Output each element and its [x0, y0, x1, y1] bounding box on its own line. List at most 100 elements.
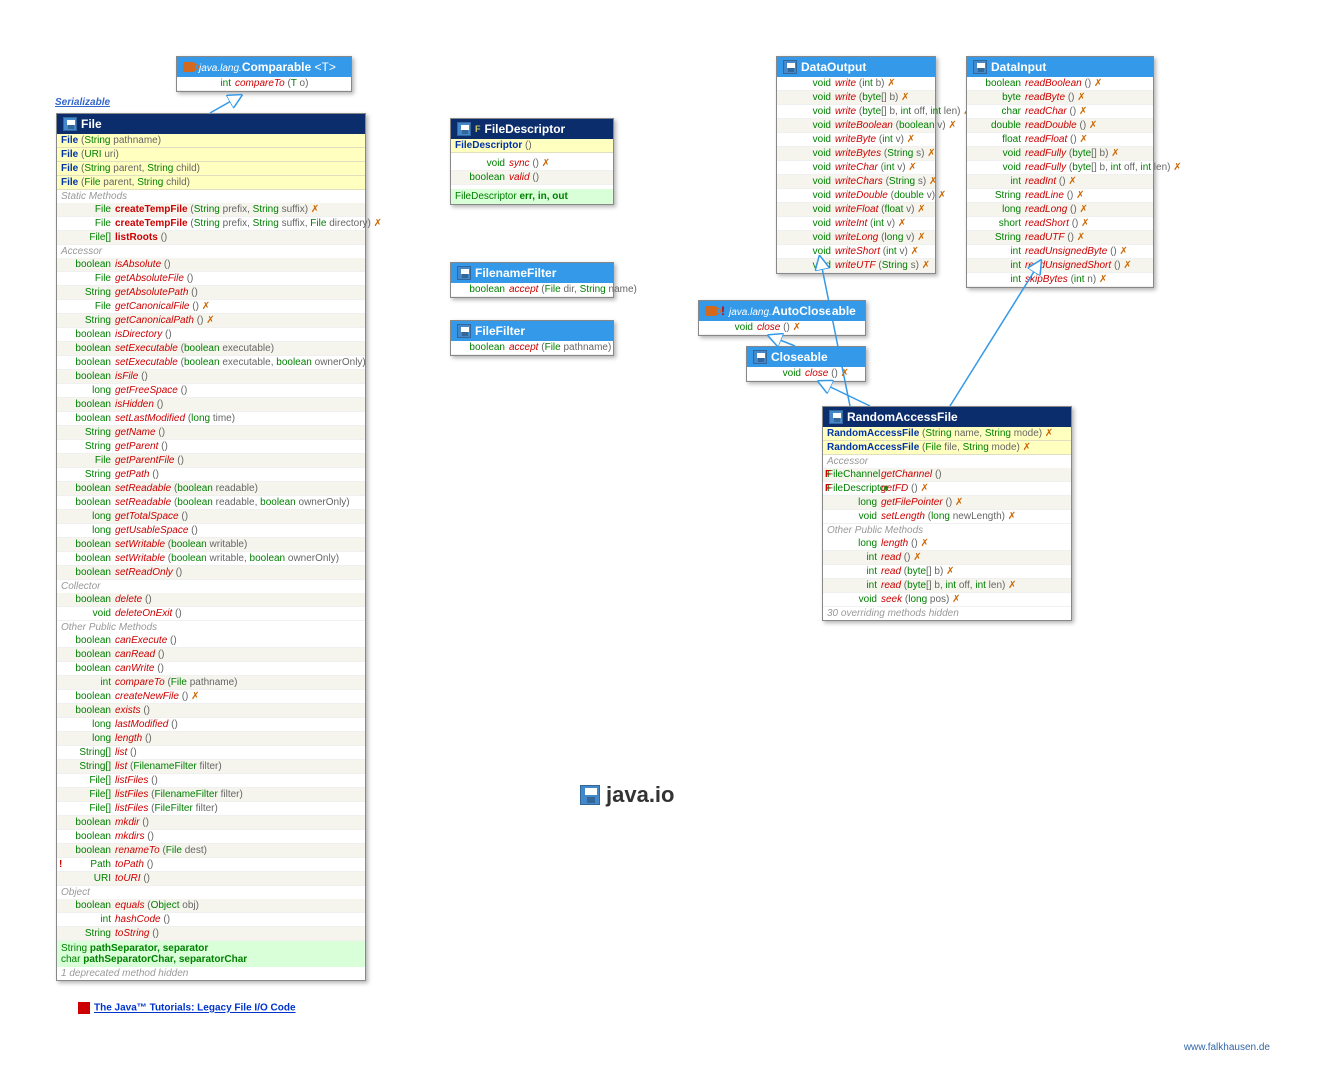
method-row: FilegetParentFile () [57, 454, 365, 468]
method-row: booleansetReadable (boolean readable) [57, 482, 365, 496]
method-row: File[]listFiles (FilenameFilter filter) [57, 788, 365, 802]
method-row: voidwriteBytes (String s) ✗ [777, 147, 935, 161]
constructor-row: FileDescriptor () [451, 139, 613, 153]
filefilter-header: FileFilter [451, 321, 613, 341]
method-row: longgetFilePointer () ✗ [823, 496, 1071, 510]
interface-datainput: DataInput booleanreadBoolean () ✗byterea… [966, 56, 1154, 288]
method-row: booleanaccept (File pathname) [451, 341, 613, 355]
method-row: intskipBytes (int n) ✗ [967, 273, 1153, 287]
method-row: voidreadFully (byte[] b, int off, int le… [967, 161, 1153, 175]
method-row: intread (byte[] b) ✗ [823, 565, 1071, 579]
method-row: floatreadFloat () ✗ [967, 133, 1153, 147]
method-row: voidwriteBoolean (boolean v) ✗ [777, 119, 935, 133]
method-row: booleanexists () [57, 704, 365, 718]
method-row: doublereadDouble () ✗ [967, 119, 1153, 133]
disk-icon [457, 266, 471, 280]
method-row: voidwriteShort (int v) ✗ [777, 245, 935, 259]
method-row: booleanmkdir () [57, 816, 365, 830]
method-row: booleansetReadable (boolean readable, bo… [57, 496, 365, 510]
disk-icon [580, 785, 600, 805]
interface-filefilter: FileFilter booleanaccept (File pathname) [450, 320, 614, 356]
method-row: voidsync () ✗ [451, 157, 613, 171]
oracle-icon [78, 1002, 90, 1014]
method-row: StringgetPath () [57, 468, 365, 482]
method-row: voidwriteChar (int v) ✗ [777, 161, 935, 175]
method-row: booleancanExecute () [57, 634, 365, 648]
section-label: Other Public Methods [57, 621, 365, 634]
serializable-label: Serializable [55, 97, 110, 108]
method-row: intreadInt () ✗ [967, 175, 1153, 189]
method-row: StringgetAbsolutePath () [57, 286, 365, 300]
method-row: intread () ✗ [823, 551, 1071, 565]
method-row: FFileDescriptorgetFD () ✗ [823, 482, 1071, 496]
method-row: voidwriteLong (long v) ✗ [777, 231, 935, 245]
class-randomaccessfile: RandomAccessFile RandomAccessFile (Strin… [822, 406, 1072, 621]
method-row: voidwriteDouble (double v) ✗ [777, 189, 935, 203]
method-row: voidwrite (byte[] b) ✗ [777, 91, 935, 105]
disk-icon [457, 122, 471, 136]
method-row: longreadLong () ✗ [967, 203, 1153, 217]
method-row: FilecreateTempFile (String prefix, Strin… [57, 203, 365, 217]
method-row: booleanreadBoolean () ✗ [967, 77, 1153, 91]
method-row: booleanmkdirs () [57, 830, 365, 844]
file-hidden-note: 1 deprecated method hidden [57, 967, 365, 980]
section-label: Object [57, 886, 365, 899]
section-label: Collector [57, 580, 365, 593]
method-row: voidwriteInt (int v) ✗ [777, 217, 935, 231]
method-row: booleancanWrite () [57, 662, 365, 676]
method-row: booleanrenameTo (File dest) [57, 844, 365, 858]
disk-icon [457, 324, 471, 338]
section-label: Accessor [57, 245, 365, 258]
method-row: String[]list (FilenameFilter filter) [57, 760, 365, 774]
filedescriptor-header: F FileDescriptor [451, 119, 613, 139]
section-label: Accessor [823, 455, 1071, 468]
method-row: FilecreateTempFile (String prefix, Strin… [57, 217, 365, 231]
constructor-row: File (String parent, String child) [57, 162, 365, 176]
method-row: File[]listFiles () [57, 774, 365, 788]
method-row: booleanvalid () [451, 171, 613, 185]
comparable-header: java.lang.Comparable <T> [177, 57, 351, 77]
method-row: booleansetWritable (boolean writable) [57, 538, 365, 552]
static-field: char pathSeparatorChar, separatorChar [61, 954, 361, 965]
datainput-header: DataInput [967, 57, 1153, 77]
filenamefilter-header: FilenameFilter [451, 263, 613, 283]
method-row: booleancanRead () [57, 648, 365, 662]
method-row: booleansetReadOnly () [57, 566, 365, 580]
section-label: Static Methods [57, 190, 365, 203]
interface-comparable: java.lang.Comparable <T> intcompareTo (T… [176, 56, 352, 92]
static-field: String pathSeparator, separator [61, 943, 361, 954]
package-label: java.io [580, 782, 674, 808]
method-row: voidwriteChars (String s) ✗ [777, 175, 935, 189]
method-row: intcompareTo (File pathname) [57, 676, 365, 690]
method-row: booleansetLastModified (long time) [57, 412, 365, 426]
method-row: voidsetLength (long newLength) ✗ [823, 510, 1071, 524]
disk-icon [783, 60, 797, 74]
method-row: voidclose () ✗ [747, 367, 865, 381]
method-row: longlastModified () [57, 718, 365, 732]
method-row: booleanisHidden () [57, 398, 365, 412]
filedescriptor-static-fields: FileDescriptor err, in, out [451, 189, 613, 204]
method-row: inthashCode () [57, 913, 365, 927]
dataoutput-header: DataOutput [777, 57, 935, 77]
interface-autocloseable: ! java.lang.AutoCloseable voidclose () ✗ [698, 300, 866, 336]
method-row: StringreadLine () ✗ [967, 189, 1153, 203]
method-row: voidwriteByte (int v) ✗ [777, 133, 935, 147]
constructor-row: File (URI uri) [57, 148, 365, 162]
raf-hidden-note: 30 overriding methods hidden [823, 607, 1071, 620]
constructor-row: File (File parent, String child) [57, 176, 365, 190]
method-row: voidwrite (byte[] b, int off, int len) ✗ [777, 105, 935, 119]
method-row: voidwriteUTF (String s) ✗ [777, 259, 935, 273]
tutorial-link[interactable]: The Java™ Tutorials: Legacy File I/O Cod… [78, 1002, 296, 1014]
method-row: booleanisFile () [57, 370, 365, 384]
method-row: booleanisAbsolute () [57, 258, 365, 272]
method-row: shortreadShort () ✗ [967, 217, 1153, 231]
method-row: StringreadUTF () ✗ [967, 231, 1153, 245]
file-header: File [57, 114, 365, 134]
static-field: FileDescriptor err, in, out [455, 191, 609, 202]
method-row: bytereadByte () ✗ [967, 91, 1153, 105]
method-row: FFileChannelgetChannel () [823, 468, 1071, 482]
method-row: File[]listRoots () [57, 231, 365, 245]
method-row: StringgetParent () [57, 440, 365, 454]
method-row: StringgetCanonicalPath () ✗ [57, 314, 365, 328]
method-row: longgetFreeSpace () [57, 384, 365, 398]
